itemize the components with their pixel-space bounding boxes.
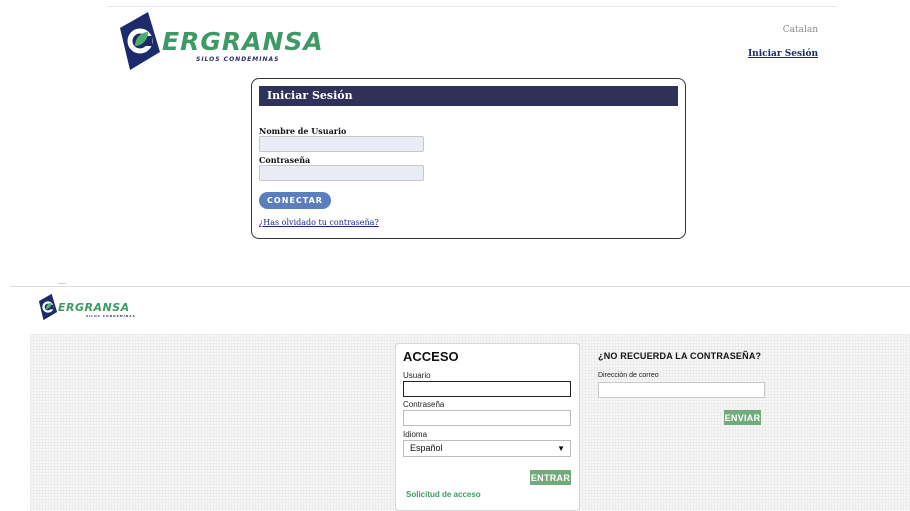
connect-button[interactable]: CONECTAR [259,192,331,209]
logo: ERGRANSA SILOS CONDEMINAS [118,10,323,72]
language-select[interactable]: Español ▼ [403,440,571,457]
language-link[interactable]: Catalan [783,25,818,35]
access-request-link[interactable]: Solicitud de acceso [406,490,481,499]
email-input[interactable] [598,382,765,398]
access-card: ACCESO Usuario Contraseña Idioma Español… [395,343,580,511]
login-card-title: Iniciar Sesión [259,86,678,106]
login-card: Iniciar Sesión Nombre de Usuario Contras… [251,78,686,239]
password-input[interactable] [403,410,571,426]
forgot-password-title: ¿NO RECUERDA LA CONTRASEÑA? [598,351,762,361]
password-input[interactable] [259,165,424,181]
logo-subtitle: SILOS CONDEMINAS [196,56,280,63]
language-selected: Español [410,443,443,453]
logo-small: ERGRANSA SILOS CONDEMINAS [38,292,138,322]
logo-emblem-icon [120,12,160,70]
forgot-password-link[interactable]: ¿Has olvidado tu contraseña? [259,218,379,227]
username-input[interactable] [259,136,424,152]
logo-emblem-icon [38,293,58,321]
send-button[interactable]: ENVIAR [724,410,761,425]
email-label: Dirección de correo [598,372,659,379]
logo-wordmark: ERGRANSA [58,301,130,314]
section-separator [10,286,910,287]
chevron-down-icon: ▼ [557,444,565,453]
top-divider [107,6,837,7]
logo-wordmark: ERGRANSA [162,27,324,56]
logo-subtitle: SILOS CONDEMINAS [86,314,136,318]
user-label: Usuario [403,371,431,380]
language-label: Idioma [403,430,428,439]
user-input[interactable] [403,381,571,397]
password-label: Contraseña [403,400,445,409]
username-label: Nombre de Usuario [259,126,347,136]
password-label: Contraseña [259,155,311,165]
signin-link[interactable]: Iniciar Sesión [748,49,818,59]
enter-button[interactable]: ENTRAR [530,470,571,485]
access-title: ACCESO [403,349,459,364]
